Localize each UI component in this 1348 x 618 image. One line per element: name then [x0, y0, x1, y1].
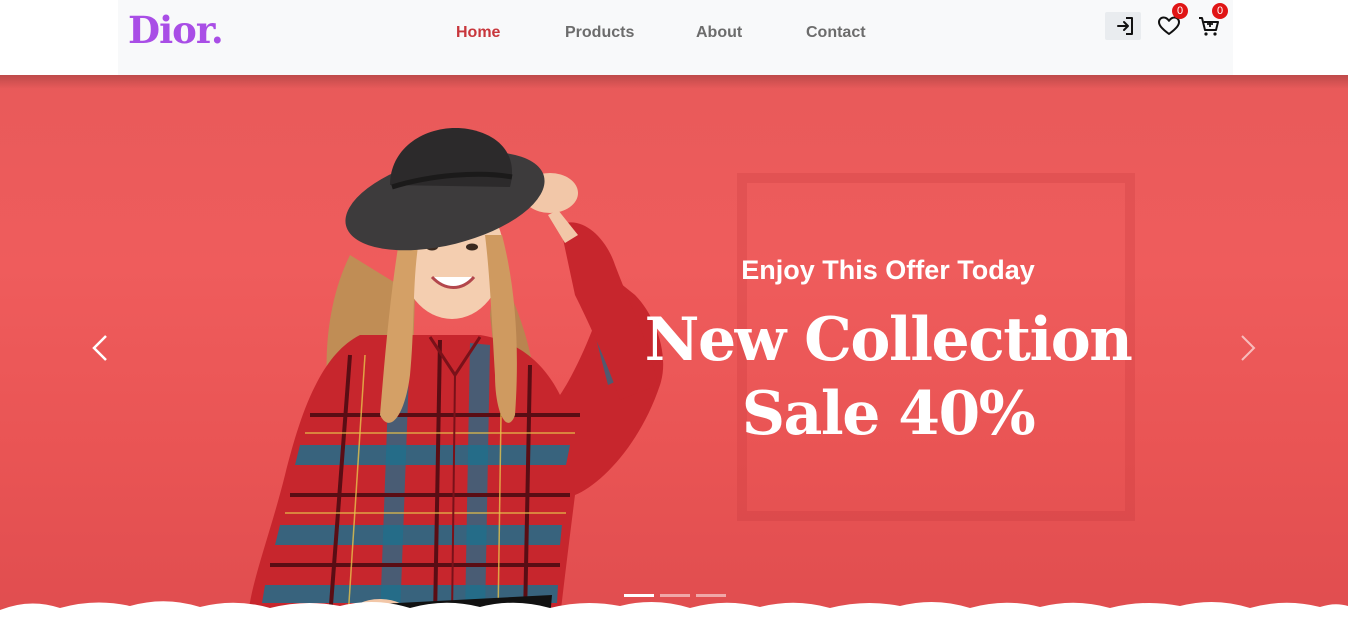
- carousel-indicator-1[interactable]: [624, 594, 654, 597]
- hero-bottom-wave: [0, 601, 1348, 618]
- chevron-left-icon: [92, 335, 107, 361]
- hero-headline-line-2: Sale 40%: [741, 379, 1036, 449]
- cart-count-badge: 0: [1212, 3, 1228, 19]
- hero-headline-line-1: New Collection: [644, 305, 1133, 375]
- chevron-right-icon: [1241, 335, 1256, 361]
- hero-carousel: Enjoy This Offer Today New Collection Sa…: [0, 75, 1348, 618]
- carousel-prev-button[interactable]: [86, 333, 116, 363]
- nav-link-contact[interactable]: Contact: [806, 24, 866, 42]
- carousel-indicator-3[interactable]: [696, 594, 726, 597]
- carousel-next-button[interactable]: [1232, 333, 1262, 363]
- nav-link-home[interactable]: Home: [456, 24, 500, 42]
- hero-subtitle: Enjoy This Offer Today: [741, 255, 1035, 285]
- main-nav: Home Products About Contact: [118, 24, 1233, 46]
- hero-top-shadow: [0, 75, 1348, 89]
- hero-headline: New Collection Sale 40%: [640, 303, 1136, 451]
- login-icon: [1117, 17, 1133, 35]
- login-button[interactable]: [1105, 12, 1141, 40]
- cart-button[interactable]: 0: [1197, 3, 1228, 38]
- header: Dior. Home Products About Contact 0 0: [0, 0, 1348, 75]
- navbar: Dior. Home Products About Contact 0 0: [118, 0, 1233, 75]
- wishlist-button[interactable]: 0: [1157, 3, 1188, 38]
- nav-link-about[interactable]: About: [696, 24, 742, 42]
- wishlist-count-badge: 0: [1172, 3, 1188, 19]
- hero-model-image: [248, 128, 664, 618]
- carousel-indicator-2[interactable]: [660, 594, 690, 597]
- nav-link-products[interactable]: Products: [565, 24, 634, 42]
